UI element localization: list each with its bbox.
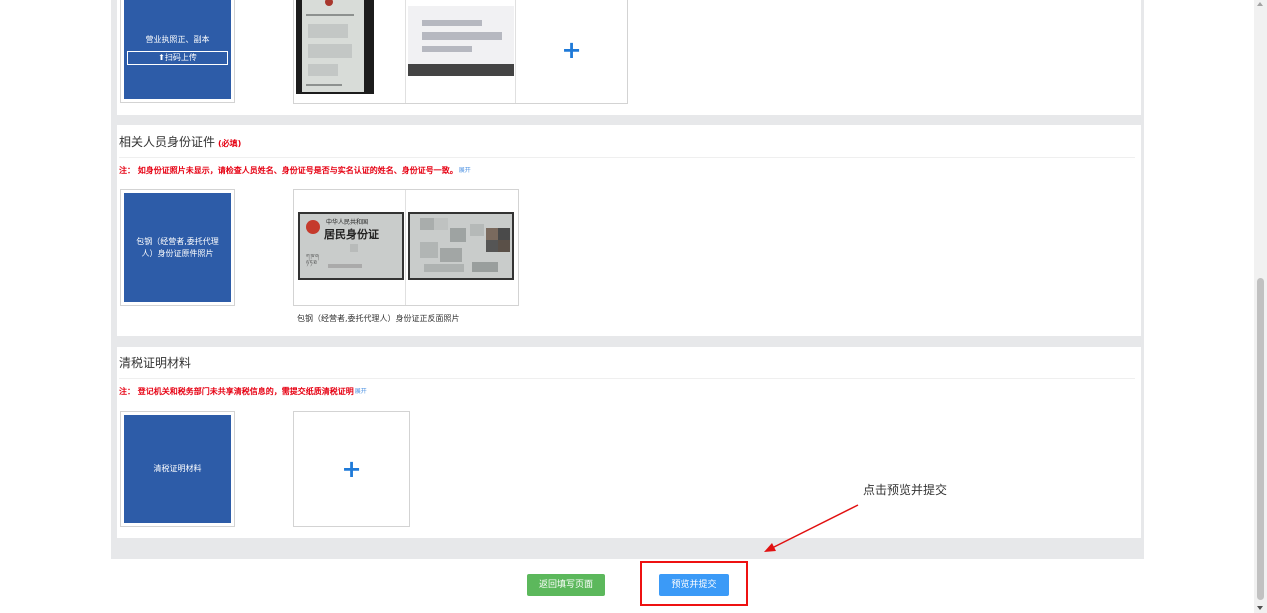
scrollbar-thumb[interactable] bbox=[1257, 278, 1264, 600]
vertical-scrollbar[interactable] bbox=[1254, 0, 1267, 613]
scroll-down-icon[interactable] bbox=[1257, 606, 1263, 610]
scroll-up-icon[interactable] bbox=[1257, 2, 1263, 6]
back-to-form-button[interactable]: 返回填写页面 bbox=[527, 574, 605, 596]
page: 营业执照正、副本 ⬆扫码上传 + 相关人员身份证件 (必填) 注： 如身份证照片… bbox=[0, 0, 1267, 613]
annotation-arrow-icon bbox=[764, 504, 859, 552]
preview-submit-button[interactable]: 预览并提交 bbox=[659, 574, 729, 596]
